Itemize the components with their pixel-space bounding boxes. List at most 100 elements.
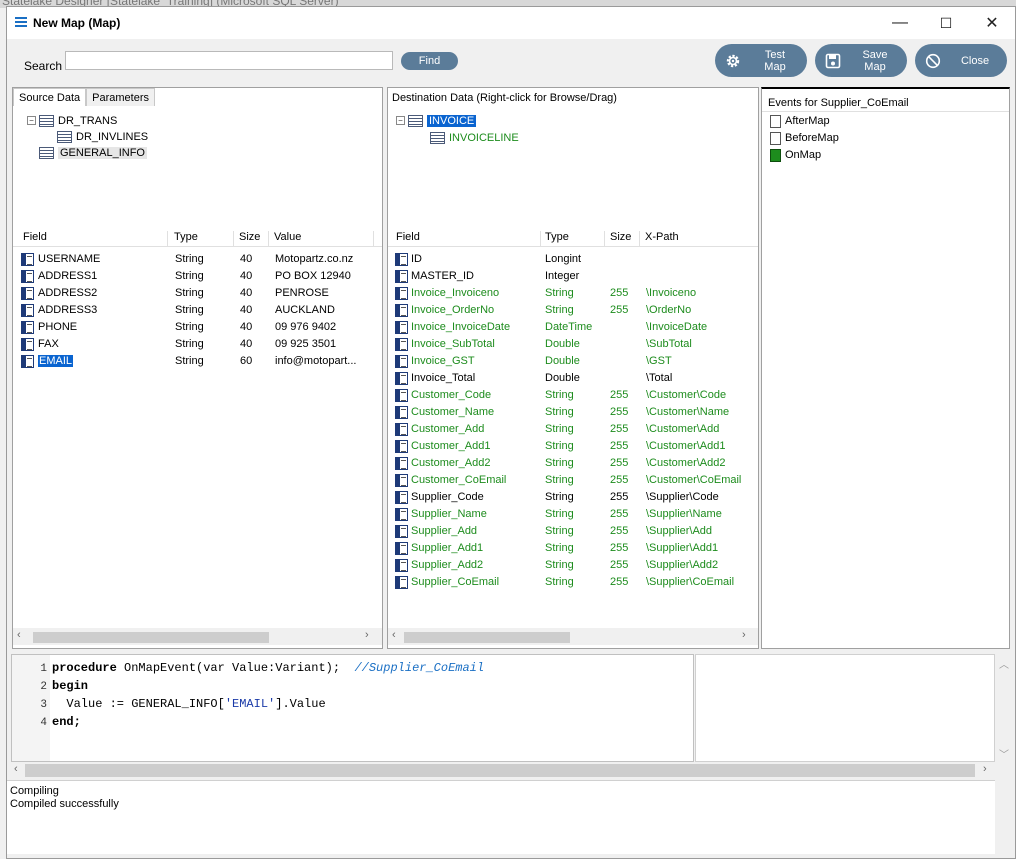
app-menu-icon[interactable] <box>15 17 27 27</box>
scroll-right-icon[interactable]: › <box>742 629 746 641</box>
table-row[interactable]: Customer_Add2 String 255 \Customer\Add2 <box>388 455 758 472</box>
table-row[interactable]: Customer_CoEmail String 255 \Customer\CoEma… <box>388 472 758 489</box>
column-header-size[interactable]: Size <box>610 231 640 247</box>
table-row[interactable]: PHONE String 40 09 976 9402 <box>13 319 382 336</box>
find-button[interactable]: Find <box>401 52 458 70</box>
cell-field: Invoice_SubTotal <box>411 338 495 350</box>
field-icon <box>21 287 34 300</box>
destination-header: Destination Data (Right-click for Browse… <box>392 92 617 104</box>
scroll-right-icon[interactable]: › <box>365 629 369 641</box>
gear-icon <box>726 54 740 67</box>
tree-node-label: GENERAL_INFO <box>58 146 147 159</box>
table-row[interactable]: MASTER_ID Integer <box>388 268 758 285</box>
cell-type: Double <box>545 338 580 350</box>
column-header-type[interactable]: Type <box>545 231 605 247</box>
minimize-button[interactable]: — <box>877 7 923 39</box>
close-map-label: Close <box>960 54 990 67</box>
cell-type: String <box>545 508 574 520</box>
tree-node-label: DR_INVLINES <box>76 130 149 143</box>
collapse-icon[interactable]: − <box>27 116 36 125</box>
column-header-field[interactable]: Field <box>23 231 168 247</box>
tree-node-dr-invlines[interactable]: DR_INVLINES <box>57 129 148 144</box>
destination-hscrollbar[interactable]: ‹ › <box>388 628 758 645</box>
event-beforemap[interactable]: BeforeMap <box>770 130 839 146</box>
code-editor[interactable]: 1 2 3 4 procedure OnMapEvent(var Value:V… <box>11 654 694 762</box>
event-aftermap[interactable]: AfterMap <box>770 113 830 129</box>
table-row[interactable]: Supplier_Add String 255 \Supplier\Add <box>388 523 758 540</box>
editor-hscrollbar[interactable]: ‹ › <box>11 762 995 779</box>
column-header-xpath[interactable]: X-Path <box>645 231 755 247</box>
tree-node-invoice[interactable]: − INVOICE <box>396 113 477 128</box>
scroll-up-icon[interactable]: ︿ <box>999 656 1009 671</box>
code-line-1: procedure OnMapEvent(var Value:Variant);… <box>52 661 484 675</box>
table-row[interactable]: Customer_Add1 String 255 \Customer\Add1 <box>388 438 758 455</box>
cell-value: 09 925 3501 <box>275 338 337 350</box>
scroll-left-icon[interactable]: ‹ <box>17 629 21 641</box>
cell-xpath: \Customer\Name <box>646 406 730 418</box>
scroll-down-icon[interactable]: ﹀ <box>999 746 1009 761</box>
event-onmap[interactable]: OnMap <box>770 147 821 163</box>
tree-node-dr-trans[interactable]: − DR_TRANS <box>27 113 117 128</box>
scroll-thumb[interactable] <box>404 632 570 643</box>
document-icon <box>770 114 781 128</box>
table-row[interactable]: Supplier_Add1 String 255 \Supplier\Add1 <box>388 540 758 557</box>
field-icon <box>21 355 34 368</box>
cell-field: ID <box>411 253 422 265</box>
cell-field: ADDRESS1 <box>38 270 98 282</box>
field-icon <box>395 474 408 487</box>
table-row[interactable]: Supplier_Name String 255 \Supplier\Name <box>388 506 758 523</box>
cell-type: String <box>175 304 204 316</box>
cell-field: Supplier_Name <box>411 508 487 520</box>
table-row[interactable]: Invoice_Total Double \Total <box>388 370 758 387</box>
close-map-button[interactable]: Close <box>915 44 1007 77</box>
table-row[interactable]: EMAIL String 60 info@motopart... <box>13 353 382 370</box>
source-hscrollbar[interactable]: ‹ › <box>13 628 382 645</box>
scroll-thumb[interactable] <box>25 764 975 777</box>
table-row[interactable]: Supplier_Code String 255 \Supplier\Code <box>388 489 758 506</box>
column-header-size[interactable]: Size <box>239 231 269 247</box>
cell-xpath: \Customer\Add <box>646 423 720 435</box>
test-map-button[interactable]: Test Map <box>715 44 807 77</box>
cell-field: USERNAME <box>38 253 101 265</box>
scroll-right-icon[interactable]: › <box>983 763 987 775</box>
table-row[interactable]: ADDRESS2 String 40 PENROSE <box>13 285 382 302</box>
column-header-type[interactable]: Type <box>174 231 234 247</box>
save-map-button[interactable]: Save Map <box>815 44 907 77</box>
table-row[interactable]: Invoice_GST Double \GST <box>388 353 758 370</box>
table-row[interactable]: USERNAME String 40 Motopartz.co.nz <box>13 251 382 268</box>
table-row[interactable]: ADDRESS3 String 40 AUCKLAND <box>13 302 382 319</box>
table-row[interactable]: Supplier_CoEmail String 255 \Supplier\CoEma… <box>388 574 758 591</box>
scroll-thumb[interactable] <box>33 632 269 643</box>
table-row[interactable]: ADDRESS1 String 40 PO BOX 12940 <box>13 268 382 285</box>
table-row[interactable]: Invoice_InvoiceDate DateTime \InvoiceDate <box>388 319 758 336</box>
table-row[interactable]: Customer_Add String 255 \Customer\Add <box>388 421 758 438</box>
table-row[interactable]: Customer_Code String 255 \Customer\Code <box>388 387 758 404</box>
scroll-left-icon[interactable]: ‹ <box>392 629 396 641</box>
cell-field: Supplier_Add1 <box>411 542 484 554</box>
column-header-value[interactable]: Value <box>274 231 374 247</box>
table-row[interactable]: ID Longint <box>388 251 758 268</box>
cell-size: 255 <box>610 440 629 452</box>
cell-size: 40 <box>240 321 253 333</box>
collapse-icon[interactable]: − <box>396 116 405 125</box>
cell-size: 40 <box>240 270 253 282</box>
scroll-left-icon[interactable]: ‹ <box>14 763 18 775</box>
cell-type: String <box>175 287 204 299</box>
table-row[interactable]: Invoice_OrderNo String 255 \OrderNo <box>388 302 758 319</box>
tree-node-invoiceline[interactable]: INVOICELINE <box>430 130 519 145</box>
editor-vscrollbar[interactable]: ︿ ﹀ <box>995 654 1012 762</box>
search-input[interactable] <box>65 51 393 70</box>
tree-node-label: DR_TRANS <box>58 114 118 127</box>
maximize-button[interactable]: ☐ <box>923 7 969 39</box>
close-window-button[interactable]: ✕ <box>969 7 1015 39</box>
table-row[interactable]: Invoice_SubTotal Double \SubTotal <box>388 336 758 353</box>
tab-parameters[interactable]: Parameters <box>86 88 156 106</box>
field-icon <box>21 304 34 317</box>
tree-node-general-info[interactable]: GENERAL_INFO <box>39 145 147 160</box>
tab-source-data[interactable]: Source Data <box>13 88 87 106</box>
table-row[interactable]: FAX String 40 09 925 3501 <box>13 336 382 353</box>
table-row[interactable]: Supplier_Add2 String 255 \Supplier\Add2 <box>388 557 758 574</box>
column-header-field[interactable]: Field <box>396 231 541 247</box>
table-row[interactable]: Invoice_Invoiceno String 255 \Invoiceno <box>388 285 758 302</box>
table-row[interactable]: Customer_Name String 255 \Customer\Name <box>388 404 758 421</box>
